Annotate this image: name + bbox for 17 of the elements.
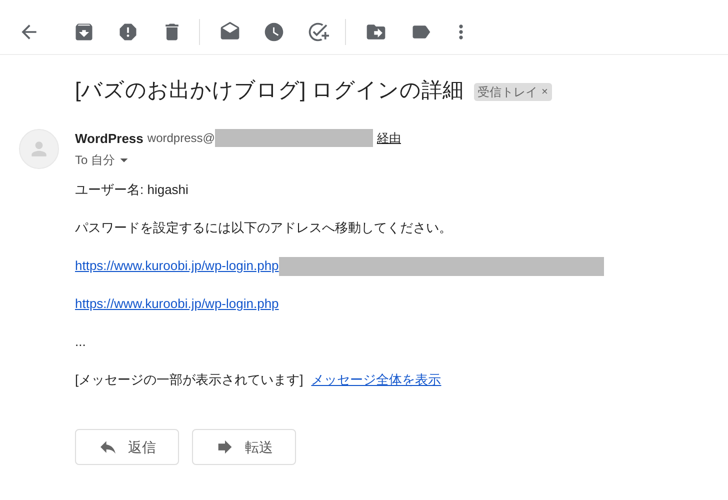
view-entire-message-link[interactable]: メッセージ全体を表示 xyxy=(311,370,442,390)
message-text: ユーザー名: higashi xyxy=(75,181,188,200)
email-subject: [バズのお出かけブログ] ログインの詳細 xyxy=(75,78,464,104)
via-link[interactable]: 経由 xyxy=(376,129,401,148)
sender-address: wordpress@ xyxy=(147,130,215,148)
clipped-notice: [メッセージの一部が表示されています] xyxy=(75,371,304,390)
remove-label-button[interactable]: × xyxy=(542,84,548,100)
forward-button[interactable]: 転送 xyxy=(192,429,296,465)
login-link[interactable]: https://www.kuroobi.jp/wp-login.php xyxy=(75,256,279,276)
sender-name: WordPress xyxy=(75,130,144,148)
avatar xyxy=(19,128,59,168)
login-link[interactable]: https://www.kuroobi.jp/wp-login.php xyxy=(75,294,279,314)
message-text: ... xyxy=(75,333,86,352)
recipient[interactable]: To 自分 xyxy=(75,151,116,169)
inbox-label: 受信トレイ × xyxy=(474,82,552,101)
message-text: パスワードを設定するには以下のアドレスへ移動してください。 xyxy=(75,219,452,238)
reply-button[interactable]: 返信 xyxy=(75,429,179,465)
